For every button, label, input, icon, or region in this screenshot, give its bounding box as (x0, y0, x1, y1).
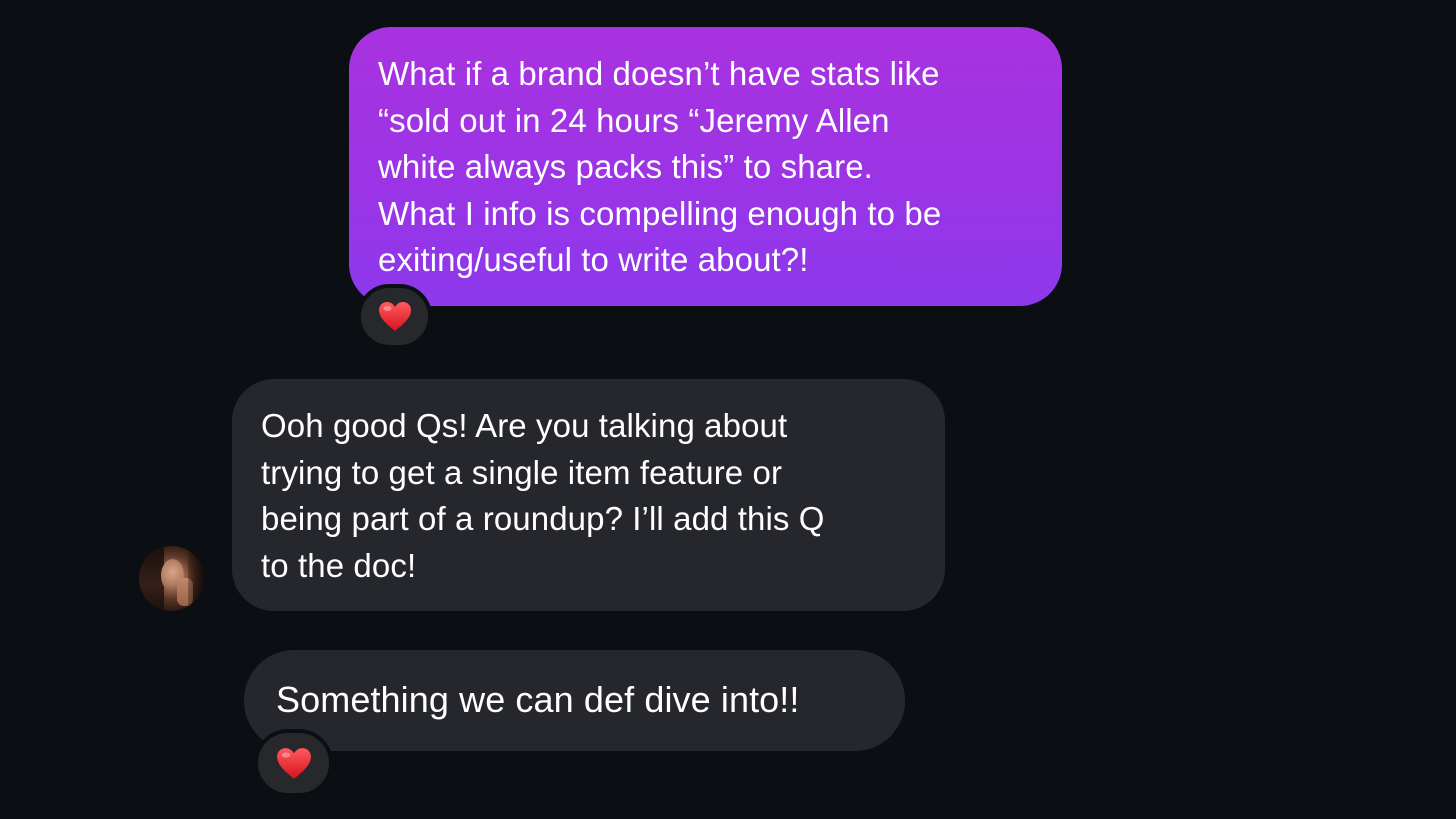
message-line: to the doc! (261, 546, 417, 584)
red-heart-icon (378, 302, 411, 331)
message-line: trying to get a single item feature or (261, 453, 783, 491)
message-line: What if a brand doesn’t have stats like (378, 55, 940, 92)
message-line: What I info is compelling enough to be (378, 194, 942, 232)
outgoing-message-bubble[interactable]: What if a brand doesn’t have stats like … (349, 27, 1062, 306)
heart-reaction-badge[interactable] (254, 729, 333, 797)
message-line: Something we can def dive into!! (276, 679, 800, 720)
heart-reaction-badge[interactable] (357, 284, 432, 349)
message-line: exiting/useful to write about?! (378, 241, 809, 278)
message-line: being part of a roundup? I’ll add this Q (261, 500, 825, 537)
message-line: white always packs this” to share. (378, 148, 873, 185)
incoming-message-bubble[interactable]: Something we can def dive into!! (244, 650, 905, 751)
message-line: Ooh good Qs! Are you talking about (261, 407, 788, 444)
avatar-shadow (188, 546, 204, 611)
red-heart-icon (276, 747, 311, 779)
message-line: “sold out in 24 hours “Jeremy Allen (378, 101, 890, 139)
incoming-message-bubble[interactable]: Ooh good Qs! Are you talking about tryin… (232, 379, 945, 611)
sender-avatar[interactable] (139, 546, 204, 611)
